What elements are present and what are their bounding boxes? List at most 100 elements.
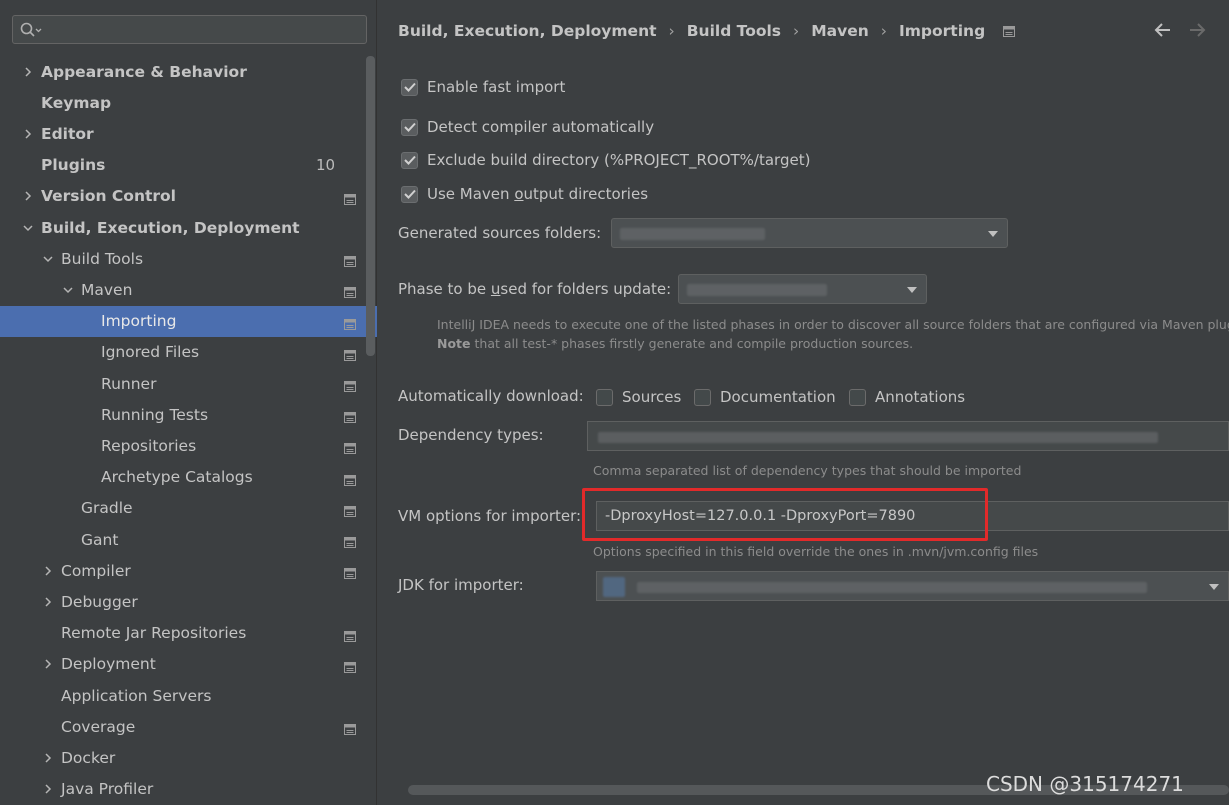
sidebar-item-label: Version Control [41,187,176,206]
sidebar-item-ignored-files[interactable]: Ignored Files [0,337,377,368]
sidebar-item-application-servers[interactable]: Application Servers [0,680,377,711]
project-level-icon [344,191,356,205]
sidebar-item-debugger[interactable]: Debugger [0,586,377,617]
sidebar-item-label: Build Tools [61,249,144,268]
checkmark-icon [403,122,416,132]
sidebar-item-java-profiler[interactable]: Java Profiler [0,774,377,805]
sidebar-item-version-control[interactable]: Version Control [0,181,377,212]
sidebar-item-importing[interactable]: Importing [0,305,377,337]
search-icon [20,22,42,37]
chevron-right-icon[interactable] [38,592,58,612]
sidebar-scrollbar[interactable] [366,56,375,356]
download-annotations-label: Annotations [875,388,966,406]
sidebar-item-docker[interactable]: Docker [0,742,377,773]
project-level-icon [344,347,356,361]
sidebar-item-appearance-behavior[interactable]: Appearance & Behavior [0,56,377,87]
chevron-right-icon[interactable] [18,124,38,144]
download-sources-checkbox[interactable] [596,388,613,406]
detect-compiler-checkbox[interactable] [401,118,418,136]
settings-search-input[interactable] [51,19,361,40]
sidebar-item-editor[interactable]: Editor [0,118,377,149]
project-level-icon [344,253,356,268]
chevron-right-icon[interactable] [18,62,38,82]
exclude-build-dir-checkbox[interactable] [401,151,418,169]
chevron-right-icon[interactable] [38,561,58,581]
enable-fast-import-option[interactable]: Enable fast import [401,78,565,96]
sidebar-item-label: Gant [81,530,119,549]
forward-arrow-icon[interactable] [1187,20,1207,40]
breadcrumb-item-maven[interactable]: Maven [811,22,869,40]
sidebar-item-plugins[interactable]: Plugins 10 [0,150,377,181]
sidebar-item-label: Runner [101,374,157,393]
settings-search-box[interactable] [12,15,367,44]
sidebar-item-remote-jar-repositories[interactable]: Remote Jar Repositories [0,618,377,649]
sidebar-item-label: Plugins [41,156,106,175]
project-level-icon [344,440,356,455]
chevron-right-icon[interactable] [38,654,58,674]
download-documentation-checkbox[interactable] [694,388,711,406]
use-maven-output-checkbox[interactable] [401,185,418,203]
detect-compiler-option[interactable]: Detect compiler automatically [401,118,654,136]
phase-hint-line2: Note that all test-* phases firstly gene… [437,336,914,351]
breadcrumb-separator: › [668,22,675,40]
chevron-right-icon[interactable] [38,779,58,799]
sidebar-item-deployment[interactable]: Deployment [0,649,377,680]
sidebar-item-runner[interactable]: Runner [0,368,377,399]
sidebar-item-label: Remote Jar Repositories [61,624,247,643]
settings-content-panel: Build, Execution, Deployment › Build Too… [377,0,1229,805]
back-arrow-icon[interactable] [1153,20,1173,40]
redacted-value [620,228,765,240]
download-annotations-option[interactable]: Annotations [849,388,965,406]
download-documentation-option[interactable]: Documentation [694,388,836,406]
sidebar-item-keymap[interactable]: Keymap [0,87,377,118]
use-maven-output-label: Use Maven output directories [427,185,649,203]
watermark: CSDN @315174271 [986,772,1184,796]
vm-options-label: VM options for importer: [398,507,582,525]
sidebar-item-archetype-catalogs[interactable]: Archetype Catalogs [0,462,377,493]
chevron-down-icon[interactable] [58,280,78,300]
enable-fast-import-checkbox[interactable] [401,78,418,96]
sidebar-item-label: Appearance & Behavior [41,62,247,81]
exclude-build-dir-option[interactable]: Exclude build directory (%PROJECT_ROOT%/… [401,151,810,169]
project-level-icon [344,378,356,392]
sidebar-item-label: Maven [81,280,133,299]
phase-combo[interactable] [678,274,927,304]
dependency-types-field[interactable] [587,421,1229,451]
sidebar-item-coverage[interactable]: Coverage [0,711,377,742]
dependency-types-hint: Comma separated list of dependency types… [593,463,1022,478]
sidebar-item-label: Build, Execution, Deployment [41,218,300,237]
project-level-icon [344,503,356,517]
sidebar-item-gant[interactable]: Gant [0,524,377,555]
sidebar-item-label: Coverage [61,717,136,736]
chevron-down-icon[interactable] [38,249,58,269]
sidebar-item-build-execution-deployment[interactable]: Build, Execution, Deployment [0,212,377,243]
breadcrumb-item-build-tools[interactable]: Build Tools [687,22,781,40]
detect-compiler-label: Detect compiler automatically [427,118,655,136]
project-level-icon [344,628,356,642]
chevron-right-icon[interactable] [38,748,58,768]
chevron-down-icon[interactable] [18,218,38,238]
breadcrumb-item-build-execution-deployment[interactable]: Build, Execution, Deployment [398,22,657,40]
chevron-right-icon[interactable] [18,186,38,206]
jdk-combo[interactable] [596,571,1229,601]
sidebar-item-running-tests[interactable]: Running Tests [0,399,377,430]
sidebar-item-build-tools[interactable]: Build Tools [0,243,377,274]
sidebar-item-repositories[interactable]: Repositories [0,430,377,461]
generated-sources-combo[interactable] [611,218,1008,248]
use-maven-output-option[interactable]: Use Maven output directories [401,185,648,203]
sidebar-item-maven[interactable]: Maven [0,274,377,305]
sidebar-item-compiler[interactable]: Compiler [0,555,377,586]
checkmark-icon [403,189,416,199]
sidebar-item-gradle[interactable]: Gradle [0,493,377,524]
download-sources-option[interactable]: Sources [596,388,681,406]
sidebar-item-label: Editor [41,124,94,143]
dropdown-arrow-icon [907,287,917,293]
checkmark-icon [403,82,416,92]
download-annotations-checkbox[interactable] [849,388,866,406]
download-sources-label: Sources [622,388,682,406]
sidebar-item-label: Running Tests [101,405,209,424]
checkmark-icon [403,155,416,165]
